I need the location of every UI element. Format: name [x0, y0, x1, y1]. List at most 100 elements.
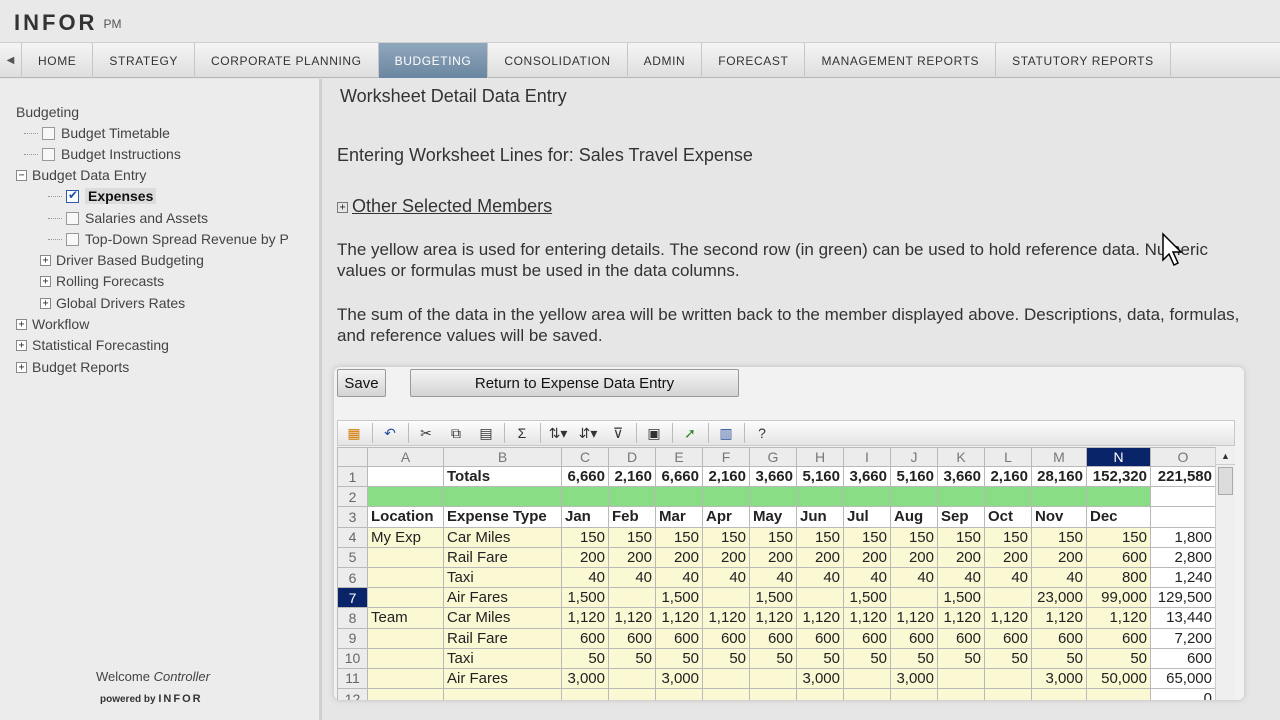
cell[interactable]: 50 — [608, 647, 656, 669]
cell[interactable]: 1,120 — [984, 607, 1032, 629]
cell[interactable] — [367, 587, 444, 609]
cell[interactable]: 3,000 — [655, 667, 703, 690]
tab-forecast[interactable]: FORECAST — [702, 43, 806, 78]
cell[interactable]: Sep — [937, 506, 985, 528]
column-header[interactable]: E — [655, 447, 703, 467]
tree-item-budget-reports[interactable]: + Budget Reports — [16, 357, 129, 377]
cell[interactable] — [702, 486, 750, 508]
cell[interactable] — [443, 486, 562, 508]
cell[interactable]: 200 — [843, 546, 891, 568]
cell[interactable]: May — [749, 506, 797, 528]
cell[interactable]: 1,120 — [796, 607, 844, 629]
grid-icon[interactable]: ▦ — [342, 422, 366, 444]
cell[interactable] — [1086, 688, 1151, 700]
cell[interactable]: Jan — [561, 506, 609, 528]
cell[interactable]: 3,000 — [561, 667, 609, 690]
cell[interactable]: 150 — [937, 526, 985, 548]
tab-strategy[interactable]: STRATEGY — [93, 43, 195, 78]
cell[interactable] — [702, 688, 750, 700]
cell[interactable]: Feb — [608, 506, 656, 528]
column-header[interactable]: I — [843, 447, 891, 467]
column-header[interactable]: J — [890, 447, 938, 467]
cell[interactable]: 1,500 — [843, 587, 891, 609]
cell[interactable] — [367, 566, 444, 589]
tab-budgeting[interactable]: BUDGETING — [378, 43, 489, 78]
cell[interactable] — [655, 486, 703, 508]
cell[interactable]: 600 — [984, 627, 1032, 649]
cell[interactable]: 40 — [749, 566, 797, 589]
cell[interactable]: 50 — [561, 647, 609, 669]
cell[interactable] — [655, 688, 703, 700]
cell[interactable]: Oct — [984, 506, 1032, 528]
cell[interactable] — [1031, 486, 1087, 508]
column-header[interactable]: O — [1150, 447, 1216, 467]
expand-icon[interactable]: + — [16, 339, 27, 351]
cell[interactable] — [890, 688, 938, 700]
cell[interactable]: 1,500 — [561, 587, 609, 609]
cell[interactable]: 1,240 — [1150, 566, 1216, 589]
cell[interactable] — [367, 688, 444, 700]
column-header[interactable]: F — [702, 447, 750, 467]
cell[interactable]: 50,000 — [1086, 667, 1151, 690]
cell[interactable]: 600 — [1031, 627, 1087, 649]
cell[interactable]: 150 — [749, 526, 797, 548]
column-header[interactable]: N — [1086, 447, 1151, 467]
cell[interactable]: 40 — [984, 566, 1032, 589]
cell[interactable] — [890, 587, 938, 609]
expand-icon[interactable]: + — [40, 275, 51, 287]
properties-icon[interactable]: ▣ — [642, 422, 666, 444]
cell[interactable] — [608, 667, 656, 690]
cell[interactable]: 23,000 — [1031, 587, 1087, 609]
row-header[interactable]: 6 — [337, 566, 368, 589]
cell[interactable]: 200 — [890, 546, 938, 568]
cell[interactable] — [843, 667, 891, 690]
cell[interactable]: 50 — [702, 647, 750, 669]
tree-root[interactable]: Budgeting — [16, 102, 79, 122]
cell[interactable] — [367, 465, 444, 488]
cell[interactable]: Jun — [796, 506, 844, 528]
expand-icon[interactable]: + — [337, 202, 348, 213]
vertical-scrollbar[interactable]: ▲ — [1215, 447, 1235, 700]
cell[interactable]: 200 — [702, 546, 750, 568]
cell[interactable]: 3,000 — [890, 667, 938, 690]
cell[interactable] — [1150, 506, 1216, 528]
export-icon[interactable]: ➚ — [678, 422, 702, 444]
cell[interactable]: 40 — [796, 566, 844, 589]
expand-icon[interactable]: + — [16, 361, 27, 373]
expand-icon[interactable]: + — [40, 254, 51, 266]
cell[interactable]: Rail Fare — [443, 546, 562, 568]
cell[interactable]: Nov — [1031, 506, 1087, 528]
cell[interactable]: 50 — [749, 647, 797, 669]
cell[interactable]: Aug — [890, 506, 938, 528]
cell[interactable]: 6,660 — [655, 465, 703, 488]
cell[interactable] — [561, 688, 609, 700]
row-header[interactable]: 8 — [337, 607, 368, 629]
cell[interactable] — [984, 587, 1032, 609]
tree-item-rolling-forecasts[interactable]: + Rolling Forecasts — [40, 271, 164, 291]
tab-corporate-planning[interactable]: CORPORATE PLANNING — [195, 43, 379, 78]
cell[interactable] — [984, 667, 1032, 690]
cell[interactable]: 1,120 — [561, 607, 609, 629]
row-header[interactable]: 10 — [337, 647, 368, 669]
collapse-icon[interactable]: − — [16, 169, 27, 181]
checkbox-icon[interactable] — [66, 232, 79, 246]
cell[interactable]: 1,800 — [1150, 526, 1216, 548]
copy-icon[interactable]: ⧉ — [444, 422, 468, 444]
cell[interactable]: 150 — [561, 526, 609, 548]
tree-item-top-down-spread[interactable]: Top-Down Spread Revenue by P — [48, 229, 289, 249]
tree-item-global-drivers-rates[interactable]: + Global Drivers Rates — [40, 293, 185, 313]
save-button[interactable]: Save — [337, 369, 386, 397]
tree-item-workflow[interactable]: + Workflow — [16, 314, 89, 334]
cell[interactable]: 1,120 — [890, 607, 938, 629]
cell[interactable]: 50 — [937, 647, 985, 669]
cell[interactable] — [984, 688, 1032, 700]
column-header[interactable]: G — [749, 447, 797, 467]
cell[interactable]: 13,440 — [1150, 607, 1216, 629]
cell[interactable]: 3,000 — [796, 667, 844, 690]
column-header[interactable]: C — [561, 447, 609, 467]
row-header[interactable]: 3 — [337, 506, 368, 528]
tab-home[interactable]: HOME — [22, 43, 94, 78]
cell[interactable]: 3,660 — [749, 465, 797, 488]
cell[interactable]: 50 — [984, 647, 1032, 669]
cell[interactable] — [1086, 486, 1151, 508]
